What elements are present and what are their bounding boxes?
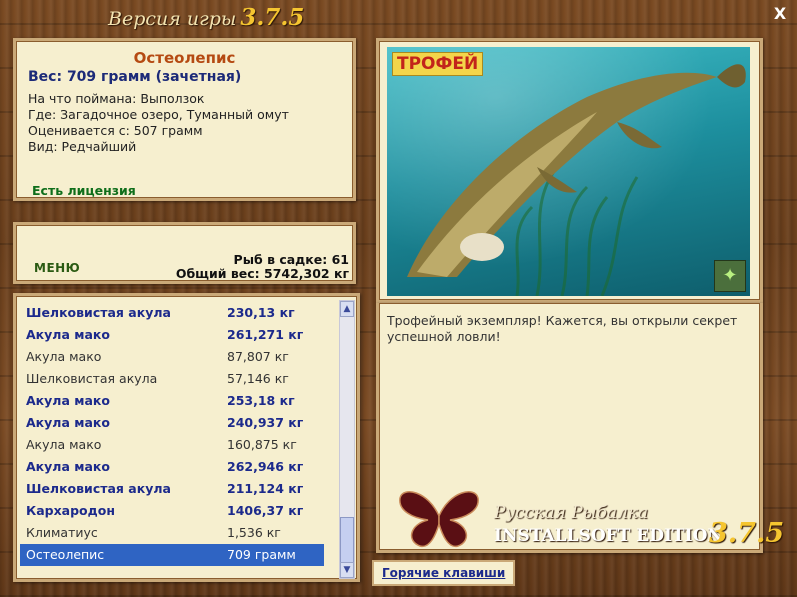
close-button[interactable]: X bbox=[771, 5, 789, 23]
license-status: Есть лицензия bbox=[32, 183, 136, 198]
total-weight: Общий вес: 5742,302 кг bbox=[175, 266, 349, 281]
catch-weight: 262,946 кг bbox=[227, 459, 304, 474]
catch-weight: 211,124 кг bbox=[227, 481, 304, 496]
trophy-badge: ТРОФЕЙ bbox=[392, 52, 484, 76]
hotkeys-link[interactable]: Горячие клавиши bbox=[372, 560, 516, 586]
info-minimum: Оценивается с: 507 грамм bbox=[28, 123, 203, 138]
catch-rows: Шелковистая акула 230,13 кг Акула мако 261,… bbox=[20, 302, 324, 566]
brand-edition: INSTALLSOFT EDITION bbox=[494, 526, 723, 546]
catch-row[interactable]: Шелковистая акула 211,124 кг bbox=[20, 478, 324, 500]
catch-weight: 230,13 кг bbox=[227, 305, 295, 320]
catch-weight: 261,271 кг bbox=[227, 327, 304, 342]
catch-name: Акула мако bbox=[26, 349, 102, 364]
catch-name: Шелковистая акула bbox=[26, 371, 158, 386]
catch-name: Климатиус bbox=[26, 525, 98, 540]
catch-row[interactable]: Акула мако 253,18 кг bbox=[20, 390, 324, 412]
catch-weight: 87,807 кг bbox=[227, 349, 289, 364]
window-title: Версия игры 3.7.5 bbox=[108, 4, 304, 31]
fish-weight: Вес: 709 грамм (зачетная) bbox=[28, 69, 242, 85]
fish-name: Остеолепис bbox=[133, 49, 236, 67]
catch-name: Остеолепис bbox=[26, 547, 105, 562]
catch-name: Акула мако bbox=[26, 393, 110, 408]
menu-button[interactable]: МЕНЮ bbox=[34, 261, 80, 275]
catch-name: Шелковистая акула bbox=[26, 481, 171, 496]
stats-panel: МЕНЮ Рыб в садке: 61 Общий вес: 5742,302… bbox=[13, 222, 356, 284]
catch-row[interactable]: Остеолепис 709 грамм bbox=[20, 544, 324, 566]
info-rarity: Вид: Редчайший bbox=[28, 139, 137, 154]
scrollbar[interactable]: ▲ ▼ bbox=[339, 300, 355, 579]
scroll-down-button[interactable]: ▼ bbox=[340, 562, 354, 578]
trophy-panel: ТРОФЕЙ ✦ bbox=[376, 38, 763, 303]
catch-weight: 57,146 кг bbox=[227, 371, 289, 386]
scroll-thumb[interactable] bbox=[340, 517, 354, 563]
catch-row[interactable]: Акула мако 160,875 кг bbox=[20, 434, 324, 456]
catch-row[interactable]: Акула мако 87,807 кг bbox=[20, 346, 324, 368]
trophy-description: Трофейный экземпляр! Кажется, вы открыли… bbox=[387, 313, 738, 344]
catch-row[interactable]: Акула мако 262,946 кг bbox=[20, 456, 324, 478]
scroll-up-button[interactable]: ▲ bbox=[340, 301, 354, 317]
title-version: 3.7.5 bbox=[240, 4, 305, 31]
info-bait: На что поймана: Выползок bbox=[28, 91, 205, 106]
butterfly-logo-icon bbox=[399, 491, 479, 548]
brand-version: 3.7.5 bbox=[709, 518, 785, 549]
catch-weight: 253,18 кг bbox=[227, 393, 295, 408]
catch-row[interactable]: Акула мако 240,937 кг bbox=[20, 412, 324, 434]
fish-count: Рыб в садке: 61 bbox=[233, 252, 349, 267]
catch-name: Акула мако bbox=[26, 437, 102, 452]
catch-name: Акула мако bbox=[26, 415, 110, 430]
arrow-down-icon: ▼ bbox=[343, 565, 351, 575]
catch-weight: 160,875 кг bbox=[227, 437, 297, 452]
catch-row[interactable]: Шелковистая акула 230,13 кг bbox=[20, 302, 324, 324]
catch-name: Акула мако bbox=[26, 459, 110, 474]
fish-info-panel: Остеолепис Вес: 709 грамм (зачетная) На … bbox=[13, 38, 356, 201]
fish-illustration bbox=[407, 64, 746, 296]
brand-name: Русская Рыбалка bbox=[494, 503, 649, 523]
catch-weight: 240,937 кг bbox=[227, 415, 304, 430]
close-icon: X bbox=[773, 4, 787, 23]
catch-name: Шелковистая акула bbox=[26, 305, 171, 320]
catch-name: Акула мако bbox=[26, 327, 110, 342]
info-location: Где: Загадочное озеро, Туманный омут bbox=[28, 107, 289, 122]
catch-row[interactable]: Шелковистая акула 57,146 кг bbox=[20, 368, 324, 390]
catch-weight: 1406,37 кг bbox=[227, 503, 304, 518]
catch-weight: 709 грамм bbox=[227, 547, 296, 562]
brand-area: Русская Рыбалка INSTALLSOFT EDITION 3.7.… bbox=[376, 440, 797, 555]
title-text: Версия игры bbox=[108, 8, 237, 30]
catch-weight: 1,536 кг bbox=[227, 525, 281, 540]
catch-row[interactable]: Климатиус 1,536 кг bbox=[20, 522, 324, 544]
arrow-up-icon: ▲ bbox=[343, 304, 351, 314]
catch-name: Кархародон bbox=[26, 503, 115, 518]
fish-photo: ТРОФЕЙ ✦ bbox=[387, 47, 750, 296]
catch-row[interactable]: Кархародон 1406,37 кг bbox=[20, 500, 324, 522]
butterfly-icon: ✦ bbox=[714, 260, 746, 292]
catch-list[interactable]: Шелковистая акула 230,13 кг Акула мако 261,… bbox=[13, 293, 360, 582]
catch-row[interactable]: Акула мако 261,271 кг bbox=[20, 324, 324, 346]
